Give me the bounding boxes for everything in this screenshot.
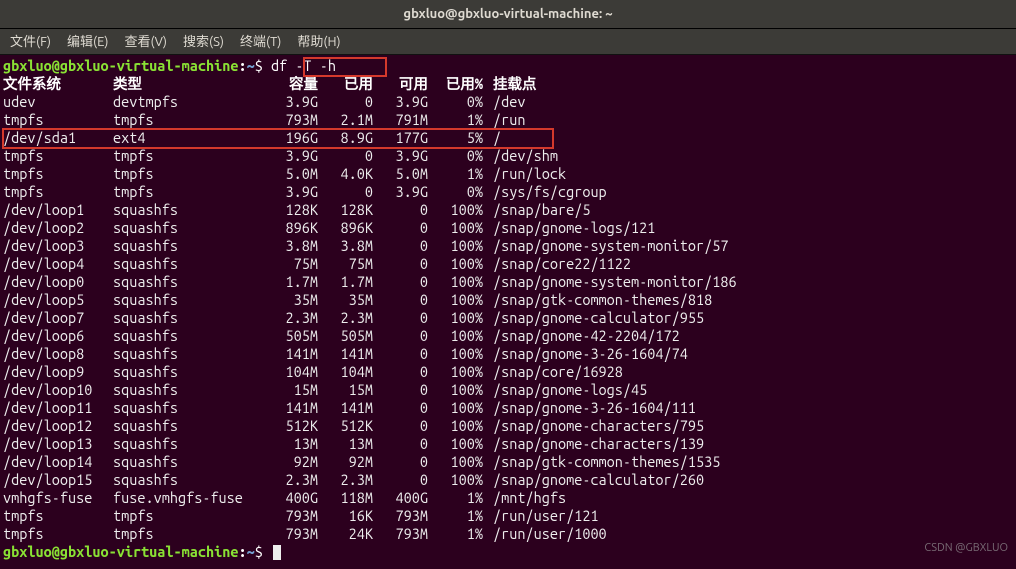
table-row: /dev/loop7squashfs2.3M2.3M0100%/snap/gno… [3,309,1016,327]
table-row: /dev/loop8squashfs141M141M0100%/snap/gno… [3,345,1016,363]
table-row: /dev/loop2squashfs896K896K0100%/snap/gno… [3,219,1016,237]
df-rows: udevdevtmpfs3.9G03.9G0%/devtmpfstmpfs793… [3,93,1016,543]
table-row: /dev/loop4squashfs75M75M0100%/snap/core2… [3,255,1016,273]
menu-terminal[interactable]: 终端(T) [236,31,285,53]
prompt-line-1: gbxluo@gbxluo-virtual-machine:~$ df -T -… [3,57,1016,75]
table-row: tmpfstmpfs3.9G03.9G0%/sys/fs/cgroup [3,183,1016,201]
table-row: /dev/loop5squashfs35M35M0100%/snap/gtk-c… [3,291,1016,309]
table-row: tmpfstmpfs3.9G03.9G0%/dev/shm [3,147,1016,165]
window-title: gbxluo@gbxluo-virtual-machine: ~ [403,5,612,23]
table-row: /dev/loop15squashfs2.3M2.3M0100%/snap/gn… [3,471,1016,489]
cursor [273,545,281,560]
table-row: /dev/loop10squashfs15M15M0100%/snap/gnom… [3,381,1016,399]
table-row: tmpfstmpfs5.0M4.0K5.0M1%/run/lock [3,165,1016,183]
terminal-viewport[interactable]: gbxluo@gbxluo-virtual-machine:~$ df -T -… [0,55,1016,561]
window-titlebar: gbxluo@gbxluo-virtual-machine: ~ [0,0,1016,29]
table-row: tmpfstmpfs793M24K793M1%/run/user/1000 [3,525,1016,543]
table-row: udevdevtmpfs3.9G03.9G0%/dev [3,93,1016,111]
df-header: 文件系统类型容量已用可用已用%挂载点 [3,75,1016,93]
prompt-path: ~ [247,57,255,74]
table-row: /dev/loop3squashfs3.8M3.8M0100%/snap/gno… [3,237,1016,255]
menu-view[interactable]: 查看(V) [121,31,171,53]
table-row: /dev/loop14squashfs92M92M0100%/snap/gtk-… [3,453,1016,471]
table-row: /dev/loop6squashfs505M505M0100%/snap/gno… [3,327,1016,345]
prompt-user: gbxluo [3,57,52,74]
table-row: tmpfstmpfs793M16K793M1%/run/user/121 [3,507,1016,525]
table-row: tmpfstmpfs793M2.1M791M1%/run [3,111,1016,129]
table-row: /dev/loop0squashfs1.7M1.7M0100%/snap/gno… [3,273,1016,291]
table-row: /dev/loop11squashfs141M141M0100%/snap/gn… [3,399,1016,417]
watermark: CSDN @GBXLUO [924,539,1008,557]
menu-file[interactable]: 文件(F) [6,31,55,53]
prompt-host: gbxluo-virtual-machine [60,57,239,74]
table-row: /dev/loop12squashfs512K512K0100%/snap/gn… [3,417,1016,435]
menu-search[interactable]: 搜索(S) [179,31,228,53]
table-row: /dev/loop9squashfs104M104M0100%/snap/cor… [3,363,1016,381]
table-row: /dev/loop13squashfs13M13M0100%/snap/gnom… [3,435,1016,453]
prompt-symbol: $ [255,57,263,74]
prompt-line-2[interactable]: gbxluo@gbxluo-virtual-machine:~$ [3,543,1016,561]
menu-help[interactable]: 帮助(H) [293,31,344,53]
menubar[interactable]: 文件(F) 编辑(E) 查看(V) 搜索(S) 终端(T) 帮助(H) [0,29,1016,55]
table-row: vmhgfs-fusefuse.vmhgfs-fuse400G118M400G1… [3,489,1016,507]
entered-command: df -T -h [271,57,336,74]
menu-edit[interactable]: 编辑(E) [63,31,112,53]
table-row: /dev/sda1ext4196G8.9G177G5%/ [3,129,1016,147]
table-row: /dev/loop1squashfs128K128K0100%/snap/bar… [3,201,1016,219]
